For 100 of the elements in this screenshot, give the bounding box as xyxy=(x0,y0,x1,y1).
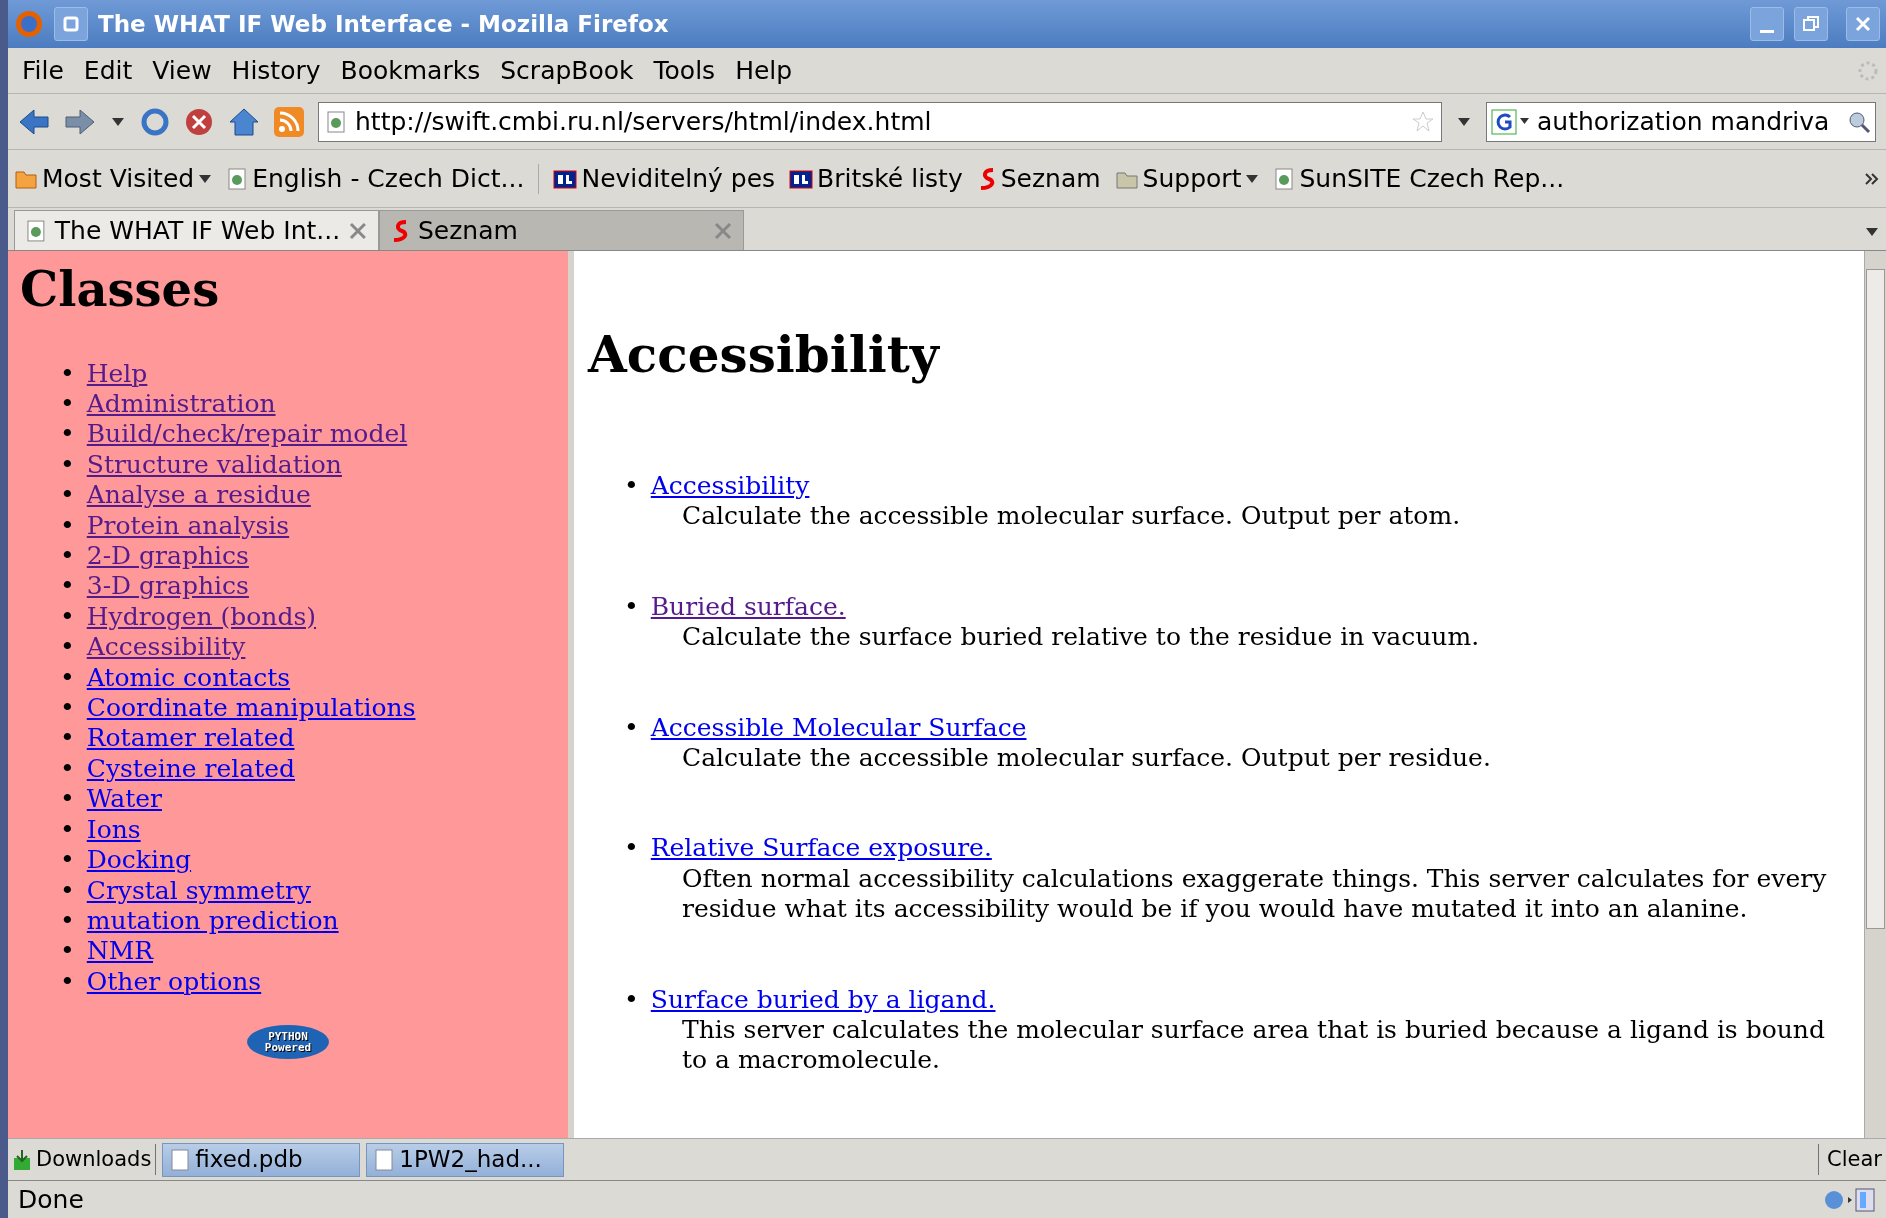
sidebar-link[interactable]: Administration xyxy=(86,389,276,420)
sidebar-link[interactable]: NMR xyxy=(86,936,154,967)
chevron-icon[interactable] xyxy=(1864,170,1880,187)
panel-icon xyxy=(1854,1186,1876,1213)
service-link[interactable]: Accessibility xyxy=(650,471,810,502)
bullet: • xyxy=(624,591,639,623)
bookmark-item[interactable]: Support xyxy=(1114,159,1260,198)
bl-logo-icon xyxy=(553,167,578,190)
bullet: • xyxy=(60,905,75,937)
sidebar-link[interactable]: Atomic contacts xyxy=(86,662,291,694)
page-icon xyxy=(25,219,47,242)
search-field[interactable]: authorization mandriva xyxy=(1486,101,1876,142)
service-link[interactable]: Relative Surface exposure. xyxy=(650,833,992,864)
bullet: • xyxy=(60,541,75,572)
search-icon[interactable] xyxy=(1847,109,1871,134)
sidebar-link[interactable]: 2-D graphics xyxy=(86,541,249,572)
close-button[interactable] xyxy=(1846,7,1880,41)
sidebar-link[interactable]: Help xyxy=(86,358,148,389)
download-icon xyxy=(12,1147,32,1172)
maximize-button[interactable] xyxy=(1794,7,1828,41)
menu-item[interactable]: Edit xyxy=(75,49,141,92)
sidebar-link[interactable]: Coordinate manipulations xyxy=(86,693,416,724)
stop-icon[interactable] xyxy=(184,106,214,137)
bullet: • xyxy=(60,784,75,815)
page-icon xyxy=(325,110,347,133)
sidebar-link[interactable]: Docking xyxy=(86,845,192,876)
bookmark-item[interactable]: English - Czech Dict... xyxy=(226,159,525,198)
bookmark-item[interactable]: Most Visited xyxy=(14,159,213,198)
menu-item[interactable]: File xyxy=(14,49,72,92)
bullet: • xyxy=(60,936,75,967)
sidebar-link[interactable]: 3-D graphics xyxy=(86,571,249,602)
caret-icon xyxy=(198,173,213,184)
clear-button[interactable]: Clear xyxy=(1818,1143,1882,1176)
bookmark-item[interactable]: Seznam xyxy=(976,159,1101,198)
browser-tab[interactable]: Seznam xyxy=(379,210,744,250)
window-title: The WHAT IF Web Interface - Mozilla Firefox xyxy=(98,9,670,39)
sidebar-link[interactable]: Accessibility xyxy=(86,632,246,663)
downloads-button[interactable]: Downloads xyxy=(12,1143,157,1176)
sidebar-link[interactable]: Analyse a residue xyxy=(86,480,311,511)
close-icon xyxy=(1854,15,1872,33)
home-icon[interactable] xyxy=(228,106,260,137)
sidebar-link[interactable]: Rotamer related xyxy=(86,723,295,754)
bullet: • xyxy=(60,814,75,846)
sidebar-link[interactable]: Build/check/repair model xyxy=(86,419,408,450)
menu-item[interactable]: History xyxy=(223,49,329,92)
service-description: Calculate the accessible molecular surface. Output per atom. xyxy=(681,501,1462,532)
bullet: • xyxy=(60,723,75,754)
dropdown-icon[interactable] xyxy=(1456,115,1472,128)
service-description: This server calculates the molecular surface area that is buried because a ligand is bound to a macromolecule. xyxy=(681,1015,1826,1076)
download-item[interactable]: 1PW2_had... xyxy=(366,1142,565,1177)
sidebar-link[interactable]: Hydrogen (bonds) xyxy=(86,601,317,633)
forward-icon[interactable] xyxy=(64,106,96,137)
bullet: • xyxy=(624,471,639,502)
browser-tab[interactable]: The WHAT IF Web Int... xyxy=(14,210,379,250)
dropdown-icon[interactable] xyxy=(110,115,126,128)
sidebar-link[interactable]: mutation prediction xyxy=(86,905,339,937)
sidebar-link[interactable]: Crystal symmetry xyxy=(86,875,311,906)
file-icon xyxy=(375,1148,394,1171)
bullet: • xyxy=(60,449,75,481)
sidebar-link[interactable]: Water xyxy=(86,784,162,815)
bullet: • xyxy=(60,601,75,633)
feed-icon[interactable] xyxy=(274,106,304,137)
download-item[interactable]: fixed.pdb xyxy=(162,1142,361,1177)
google-icon[interactable] xyxy=(1491,107,1531,136)
sidebar-link[interactable]: Ions xyxy=(86,814,141,846)
bullet: • xyxy=(60,662,75,694)
bullet: • xyxy=(60,510,75,542)
service-link[interactable]: Accessible Molecular Surface xyxy=(650,712,1027,744)
dropdown-icon[interactable] xyxy=(1864,226,1880,238)
sidebar-link[interactable]: Structure validation xyxy=(86,449,342,481)
bookmark-item[interactable]: Neviditelný pes xyxy=(553,159,776,198)
address-field[interactable]: http://swift.cmbi.ru.nl/servers/html/index.html xyxy=(318,101,1442,142)
sidebar-link[interactable]: Other options xyxy=(86,966,262,998)
back-icon[interactable] xyxy=(18,106,50,137)
menu-item[interactable]: Help xyxy=(727,49,801,92)
bullet: • xyxy=(60,753,75,785)
address-text: http://swift.cmbi.ru.nl/servers/html/index.html xyxy=(355,105,933,138)
scrollbar[interactable] xyxy=(1864,251,1886,1138)
menu-item[interactable]: Tools xyxy=(645,49,724,92)
close-icon[interactable] xyxy=(348,220,368,241)
bookmark-item[interactable]: Britské listy xyxy=(789,159,963,198)
service-link[interactable]: Surface buried by a ligand. xyxy=(650,984,996,1016)
sidebar-link[interactable]: Protein analysis xyxy=(86,510,290,542)
star-icon[interactable] xyxy=(1411,109,1435,134)
service-link[interactable]: Buried surface. xyxy=(650,591,846,623)
service-description: Calculate the surface buried relative to the residue in vacuum. xyxy=(681,622,1481,653)
bullet: • xyxy=(60,845,75,876)
menu-item[interactable]: View xyxy=(144,49,220,92)
page-heading: Accessibility xyxy=(588,325,941,385)
menu-item[interactable]: ScrapBook xyxy=(492,49,642,92)
python-powered-badge[interactable]: PYTHON Powered xyxy=(247,1025,329,1060)
menu-item[interactable]: Bookmarks xyxy=(332,49,489,92)
bullet: • xyxy=(60,693,75,724)
window-menu-button[interactable] xyxy=(54,7,88,41)
minimize-button[interactable] xyxy=(1750,7,1784,41)
sidebar-link[interactable]: Cysteine related xyxy=(86,753,295,785)
bookmark-item[interactable]: SunSITE Czech Rep... xyxy=(1273,159,1565,198)
bullet: • xyxy=(60,632,75,663)
restore-icon xyxy=(1802,15,1820,33)
close-icon[interactable] xyxy=(713,220,733,241)
